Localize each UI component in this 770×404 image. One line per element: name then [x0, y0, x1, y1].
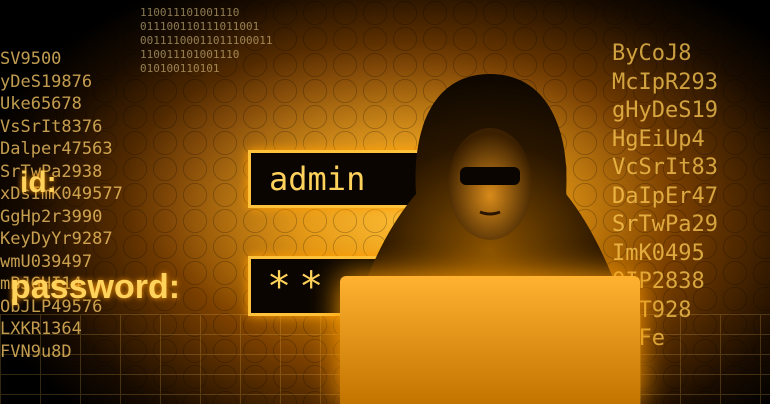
- id-label: id:: [20, 166, 57, 199]
- hacker-scene: 110011101001110 011100110111011001 00111…: [0, 0, 770, 404]
- binary-stream: 110011101001110 011100110111011001 00111…: [140, 6, 273, 75]
- left-code-column: SV9500 yDeS19876 Uke65678 VsSrIt8376 Dal…: [0, 49, 123, 362]
- password-label: password:: [10, 268, 181, 306]
- laptop: [340, 276, 640, 404]
